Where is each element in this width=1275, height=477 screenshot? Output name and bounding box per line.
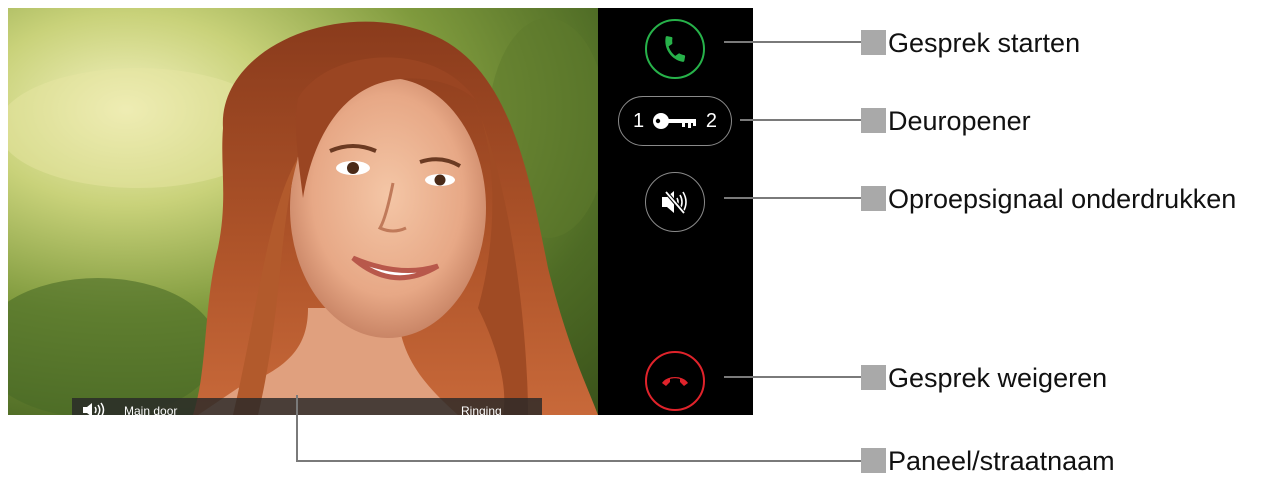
mute-ringtone-button[interactable] (645, 172, 705, 232)
callout-line-panel-horizontal (296, 460, 861, 462)
callout-line-start-call (724, 41, 861, 43)
speaker-mute-icon (662, 190, 687, 215)
callout-mute-ringtone: Oproepsignaal onderdrukken (861, 184, 1236, 215)
callout-reject-call-text: Gesprek weigeren (888, 363, 1108, 393)
callout-start-call-text: Gesprek starten (888, 28, 1081, 58)
callout-line-panel-vertical (296, 395, 298, 462)
callout-marker (861, 448, 886, 473)
callout-reject-call: Gesprek weigeren (861, 363, 1107, 394)
visitor-image (8, 18, 598, 415)
phone-accept-icon (665, 36, 686, 62)
door-name-text: Main door (124, 404, 178, 415)
callout-marker (861, 108, 886, 133)
callout-marker (861, 186, 886, 211)
callout-door-opener: Deuropener (861, 106, 1031, 137)
reject-call-button[interactable] (645, 351, 705, 411)
callout-line-door-opener (740, 119, 861, 121)
camera-video-feed: Main door Ringing (8, 8, 598, 415)
status-bar: Main door Ringing (72, 398, 542, 415)
control-panel: 1 2 (598, 8, 753, 415)
callout-marker (861, 365, 886, 390)
callout-door-opener-text: Deuropener (888, 106, 1031, 136)
door-opener-button[interactable]: 1 2 (618, 96, 732, 146)
call-state-text: Ringing (461, 404, 502, 415)
door-2-number: 2 (705, 109, 717, 132)
callout-panel-name: Paneel/straatnaam (861, 446, 1115, 477)
callout-start-call: Gesprek starten (861, 28, 1080, 59)
start-call-button[interactable] (645, 19, 705, 79)
callout-marker (861, 30, 886, 55)
phone-hangup-icon (662, 377, 688, 386)
callout-panel-name-text: Paneel/straatnaam (888, 446, 1115, 476)
callout-mute-ringtone-text: Oproepsignaal onderdrukken (888, 184, 1237, 214)
door-1-number: 1 (633, 109, 645, 132)
callout-line-mute (724, 197, 861, 199)
key-icon (653, 113, 696, 129)
callout-line-reject (724, 376, 861, 378)
